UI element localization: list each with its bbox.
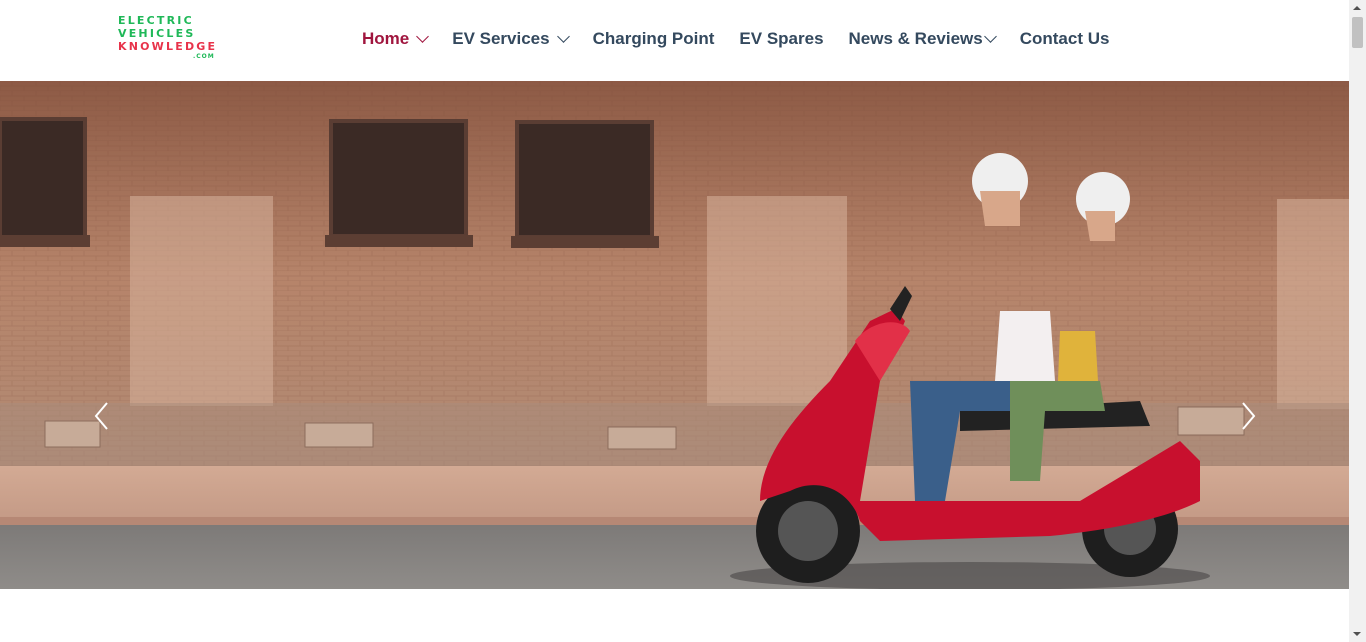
nav-home-label: Home xyxy=(362,29,410,48)
nav-contact-us-label: Contact Us xyxy=(1019,29,1110,48)
nav-charging-point[interactable]: Charging Point xyxy=(593,29,715,49)
site-header: ELECTRIC VEHICLES KNOWLEDGE .COM Home EV… xyxy=(0,0,1349,81)
nav-ev-spares[interactable]: EV Spares xyxy=(739,29,823,49)
nav-home[interactable]: Home xyxy=(362,29,430,49)
nav-charging-point-label: Charging Point xyxy=(592,29,715,48)
hero-image xyxy=(0,81,1349,589)
scrollbar-thumb[interactable] xyxy=(1352,17,1363,48)
logo-line-3: KNOWLEDGE xyxy=(118,40,218,53)
nav-ev-spares-label: EV Spares xyxy=(739,29,824,48)
main-nav: Home EV Services Charging Point EV Spare… xyxy=(362,29,1134,49)
arrow-down-icon xyxy=(1353,632,1361,636)
nav-ev-services[interactable]: EV Services xyxy=(452,29,570,49)
arrow-up-icon xyxy=(1353,6,1361,10)
chevron-down-icon xyxy=(416,30,430,43)
chevron-right-icon xyxy=(1242,402,1256,430)
slider-prev-button[interactable] xyxy=(92,401,112,431)
page-scrollbar[interactable] xyxy=(1349,0,1366,642)
nav-contact-us[interactable]: Contact Us xyxy=(1020,29,1110,49)
nav-ev-services-label: EV Services xyxy=(452,29,550,48)
chevron-left-icon xyxy=(94,402,108,430)
page: ELECTRIC VEHICLES KNOWLEDGE .COM Home EV… xyxy=(0,0,1366,642)
chevron-down-icon xyxy=(556,30,570,43)
nav-news-reviews-label: News & Reviews xyxy=(848,29,983,48)
logo-line-2: VEHICLES xyxy=(118,27,196,40)
logo-line-4: .COM xyxy=(193,53,215,60)
scroll-up-button[interactable] xyxy=(1349,0,1366,17)
nav-news-reviews[interactable]: News & Reviews xyxy=(848,29,997,49)
site-logo[interactable]: ELECTRIC VEHICLES KNOWLEDGE .COM xyxy=(118,14,228,61)
slider-next-button[interactable] xyxy=(1238,401,1258,431)
scroll-down-button[interactable] xyxy=(1349,625,1366,642)
hero-slider xyxy=(0,81,1349,589)
logo-line-1: ELECTRIC xyxy=(118,14,194,27)
chevron-down-icon xyxy=(983,30,997,43)
